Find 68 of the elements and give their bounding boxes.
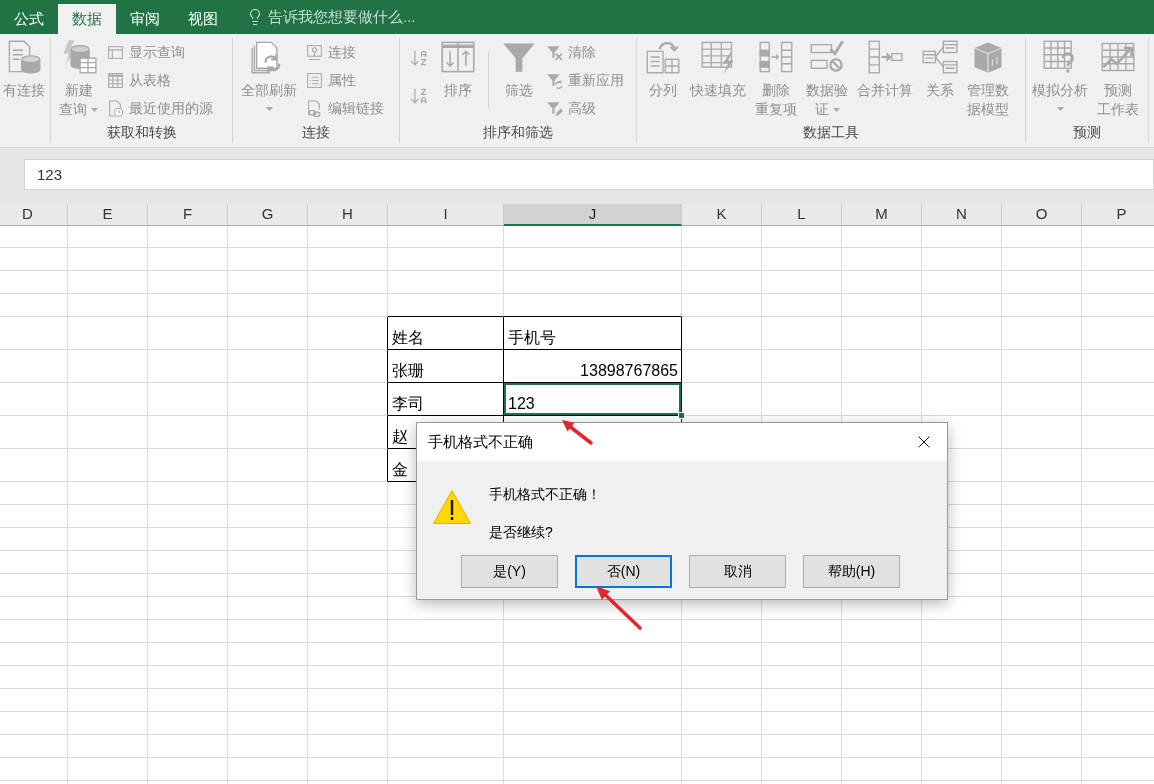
table-cell[interactable]: 123	[504, 383, 682, 416]
column-header[interactable]: E	[68, 204, 148, 226]
dialog-message: 手机格式不正确！	[489, 485, 601, 504]
linked-tables-icon	[922, 39, 958, 75]
column-header[interactable]: F	[148, 204, 228, 226]
columns-arrow-icon	[758, 39, 794, 75]
group-label: 预测	[1073, 122, 1101, 142]
dialog-button[interactable]: 取消	[689, 555, 786, 588]
table-cell[interactable]: 姓名	[388, 317, 504, 350]
group-label: 连接	[302, 123, 330, 142]
ribbon-tab[interactable]: 审阅	[116, 4, 174, 34]
ribbon-tab[interactable]: 公式	[0, 4, 58, 34]
column-header[interactable]: M	[842, 204, 922, 226]
dialog-title: 手机格式不正确	[427, 431, 533, 452]
group-label: 排序和筛选	[483, 123, 553, 142]
grid-cell[interactable]	[308, 383, 388, 416]
table-lightning-icon	[700, 39, 736, 75]
table-icon	[107, 71, 124, 89]
check-stop-icon	[809, 39, 845, 75]
annotation-arrow	[596, 586, 642, 630]
connection-icon	[306, 43, 323, 61]
tell-me-field[interactable]: 告诉我您想要做什么...	[268, 5, 448, 29]
column-header[interactable]: K	[682, 204, 762, 226]
cell-text: 金	[392, 460, 408, 480]
warning-icon	[432, 489, 472, 525]
grid-cell[interactable]	[308, 350, 388, 383]
table-cell[interactable]: 李司	[388, 383, 504, 416]
document-link-icon	[306, 99, 323, 117]
table-cell[interactable]: 13898767865	[504, 350, 682, 383]
table-cell[interactable]: 手机号	[504, 317, 682, 350]
dialog-button[interactable]: 帮助(H)	[803, 555, 900, 588]
document-database-icon	[6, 39, 42, 75]
column-header[interactable]: P	[1082, 204, 1154, 226]
grid-cell[interactable]	[308, 449, 388, 482]
column-header[interactable]: G	[228, 204, 308, 226]
annotation-arrow	[562, 420, 593, 445]
funnel-pencil-icon	[546, 99, 563, 117]
ribbon-tab[interactable]: 视图	[174, 4, 232, 34]
database-table-icon	[60, 39, 97, 75]
formula-input[interactable]: 123	[24, 159, 1154, 190]
document-clock-icon	[107, 99, 124, 117]
column-header[interactable]: L	[762, 204, 842, 226]
sort-ascending-icon	[409, 48, 429, 68]
column-header[interactable]: O	[1002, 204, 1082, 226]
column-header[interactable]: I	[388, 204, 504, 226]
cell-text: 赵	[392, 427, 408, 447]
group-label: 获取和转换	[106, 123, 177, 142]
document-columns-icon	[645, 39, 681, 75]
sort-columns-icon	[440, 39, 476, 75]
group-label: 数据工具	[803, 122, 859, 142]
column-header[interactable]: D	[0, 204, 68, 226]
window-icon	[107, 43, 124, 61]
column-header[interactable]: H	[308, 204, 388, 226]
column-header[interactable]: J	[504, 204, 682, 226]
dialog-button[interactable]: 是(Y)	[461, 555, 558, 588]
rows-arrow-icon	[867, 39, 903, 75]
column-header[interactable]: N	[922, 204, 1002, 226]
dialog-button[interactable]: 否(N)	[575, 555, 672, 588]
ribbon-tab[interactable]: 数据	[58, 4, 116, 34]
fill-handle-icon[interactable]	[678, 412, 685, 419]
list-icon	[306, 71, 323, 89]
funnel-refresh-icon	[546, 71, 563, 89]
grid-cell[interactable]	[308, 416, 388, 449]
table-cell[interactable]: 张珊	[388, 350, 504, 383]
grid-cell[interactable]	[308, 317, 388, 350]
sort-descending-icon	[409, 86, 429, 106]
dialog-message: 是否继续?	[489, 523, 554, 542]
funnel-clear-icon	[546, 43, 563, 61]
